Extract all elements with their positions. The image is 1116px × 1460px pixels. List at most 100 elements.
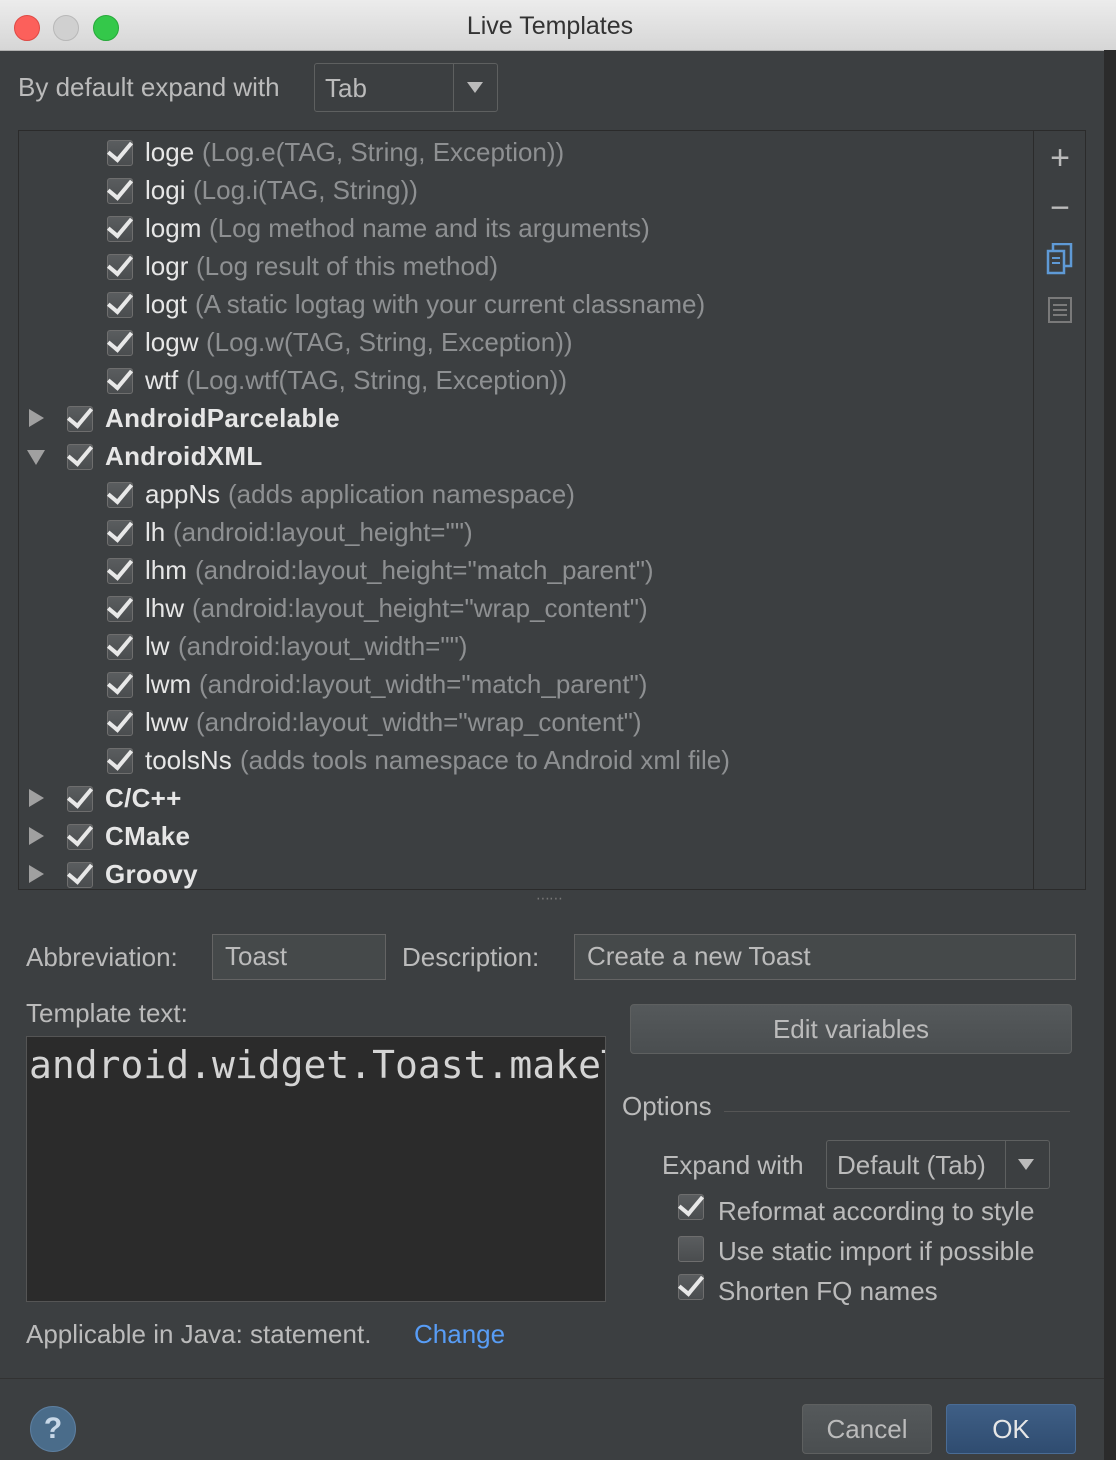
checkbox-icon[interactable] — [107, 140, 133, 166]
template-name: logr — [145, 251, 189, 281]
checkbox-icon[interactable] — [107, 254, 133, 280]
expand-with-value: Default (Tab) — [837, 1150, 986, 1180]
template-description: (Log.w(TAG, String, Exception)) — [206, 327, 573, 357]
checkbox-icon[interactable] — [67, 862, 93, 888]
expand-right-icon[interactable] — [29, 865, 44, 883]
checkbox-icon[interactable] — [107, 368, 133, 394]
checkbox-icon[interactable] — [67, 786, 93, 812]
help-icon[interactable]: ? — [30, 1406, 76, 1452]
expand-right-icon[interactable] — [29, 409, 44, 427]
tree-item-row[interactable]: lww (android:layout_width="wrap_content") — [19, 705, 1029, 741]
change-context-link[interactable]: Change — [414, 1319, 505, 1350]
chevron-down-icon — [467, 82, 483, 93]
ok-button[interactable]: OK — [946, 1404, 1076, 1454]
copy-icon[interactable] — [1046, 242, 1074, 275]
checkbox-icon[interactable] — [107, 634, 133, 660]
combo-separator — [1005, 1141, 1006, 1188]
template-description: (Log method name and its arguments) — [209, 213, 650, 243]
tree-item-row[interactable]: logr (Log result of this method) — [19, 249, 1029, 285]
template-name: wtf — [145, 365, 179, 395]
group-name: Groovy — [105, 859, 198, 889]
tree-group-row[interactable]: Groovy — [19, 857, 1029, 889]
options-label: Options — [622, 1091, 712, 1121]
checkbox-icon[interactable] — [107, 330, 133, 356]
template-description: (android:layout_width="") — [178, 631, 468, 661]
templates-tree[interactable]: loge (Log.e(TAG, String, Exception)) logi(… — [18, 130, 1086, 890]
cancel-button[interactable]: Cancel — [802, 1404, 932, 1454]
checkbox-icon[interactable] — [107, 596, 133, 622]
template-description: (adds tools namespace to Android xml fil… — [240, 745, 730, 775]
static-import-label: Use static import if possible — [718, 1236, 1035, 1266]
checkbox-icon[interactable] — [678, 1236, 704, 1262]
checkbox-icon[interactable] — [107, 216, 133, 242]
checkbox-icon[interactable] — [678, 1194, 704, 1220]
template-description: (Log result of this method) — [196, 251, 499, 281]
description-label: Description: — [402, 942, 540, 972]
template-name: logt — [145, 289, 187, 319]
checkbox-icon[interactable] — [107, 292, 133, 318]
group-name: CMake — [105, 821, 191, 851]
tree-item-row[interactable]: logt (A static logtag with your current c… — [19, 287, 1029, 323]
combo-separator — [453, 64, 454, 111]
tree-item-row[interactable]: lw (android:layout_width="") — [19, 629, 1029, 665]
template-description: (adds application namespace) — [228, 479, 575, 509]
group-name: C/C++ — [105, 783, 182, 813]
shorten-fq-label: Shorten FQ names — [718, 1276, 938, 1306]
tree-item-row[interactable]: toolsNs (adds tools namespace to Android … — [19, 743, 1029, 779]
checkbox-icon[interactable] — [678, 1274, 704, 1300]
template-name: logi — [145, 175, 186, 205]
template-group-icon[interactable] — [1048, 297, 1072, 323]
checkbox-icon[interactable] — [107, 482, 133, 508]
expand-down-icon[interactable] — [27, 450, 45, 465]
tree-item-row[interactable]: lh (android:layout_height="") — [19, 515, 1029, 551]
template-description: (android:layout_height="wrap_content") — [192, 593, 648, 623]
tree-item-row[interactable]: loge (Log.e(TAG, String, Exception)) — [19, 135, 1029, 171]
tree-group-row[interactable]: C/C++ — [19, 781, 1029, 817]
checkbox-icon[interactable] — [107, 558, 133, 584]
expand-default-label: By default expand with — [18, 72, 280, 102]
splitter-grip-icon[interactable]: ⋯⋯ — [536, 890, 563, 907]
options-divider — [724, 1111, 1070, 1112]
tree-item-row[interactable]: wtf (Log.wtf(TAG, String, Exception)) — [19, 363, 1029, 399]
checkbox-icon[interactable] — [107, 520, 133, 546]
description-input[interactable]: Create a new Toast — [574, 934, 1076, 980]
template-name: logw — [145, 327, 199, 357]
template-description: (android:layout_width="wrap_content") — [196, 707, 642, 737]
checkbox-icon[interactable] — [67, 444, 93, 470]
expand-right-icon[interactable] — [29, 789, 44, 807]
remove-icon[interactable]: − — [1040, 189, 1080, 228]
tree-item-row[interactable]: appNs (adds application namespace) — [19, 477, 1029, 513]
abbreviation-input[interactable]: Toast — [212, 934, 386, 980]
tree-group-row[interactable]: AndroidParcelable — [19, 401, 1029, 437]
expand-right-icon[interactable] — [29, 827, 44, 845]
edit-variables-button[interactable]: Edit variables — [630, 1004, 1072, 1054]
tree-item-row[interactable]: logw (Log.w(TAG, String, Exception)) — [19, 325, 1029, 361]
tree-item-row[interactable]: logm (Log method name and its arguments) — [19, 211, 1029, 247]
tree-group-row[interactable]: AndroidXML — [19, 439, 1029, 475]
abbreviation-value: Toast — [225, 941, 288, 971]
applicable-context-label: Applicable in Java: statement. — [26, 1319, 372, 1349]
expand-default-select[interactable]: Tab — [314, 63, 498, 112]
template-description: (android:layout_height="") — [173, 517, 473, 547]
tree-item-row[interactable]: lwm (android:layout_width="match_parent") — [19, 667, 1029, 703]
template-description: (android:layout_height="match_parent") — [195, 555, 654, 585]
tree-item-row[interactable]: lhm (android:layout_height="match_parent"… — [19, 553, 1029, 589]
expand-with-select[interactable]: Default (Tab) — [826, 1140, 1050, 1189]
checkbox-icon[interactable] — [107, 710, 133, 736]
template-text-content: android.widget.Toast.makeText($className… — [29, 1043, 605, 1087]
footer-divider — [0, 1378, 1104, 1379]
checkbox-icon[interactable] — [67, 824, 93, 850]
checkbox-icon[interactable] — [107, 178, 133, 204]
checkbox-icon[interactable] — [107, 672, 133, 698]
template-description: (A static logtag with your current class… — [195, 289, 706, 319]
description-value: Create a new Toast — [587, 941, 811, 971]
checkbox-icon[interactable] — [67, 406, 93, 432]
add-icon[interactable]: + — [1040, 139, 1080, 178]
template-description: (Log.i(TAG, String)) — [193, 175, 418, 205]
template-name: loge — [145, 137, 195, 167]
template-text-editor[interactable]: android.widget.Toast.makeText($className… — [26, 1036, 606, 1302]
tree-group-row[interactable]: CMake — [19, 819, 1029, 855]
tree-item-row[interactable]: lhw (android:layout_height="wrap_content"… — [19, 591, 1029, 627]
checkbox-icon[interactable] — [107, 748, 133, 774]
tree-item-row[interactable]: logi (Log.i(TAG, String)) — [19, 173, 1029, 209]
